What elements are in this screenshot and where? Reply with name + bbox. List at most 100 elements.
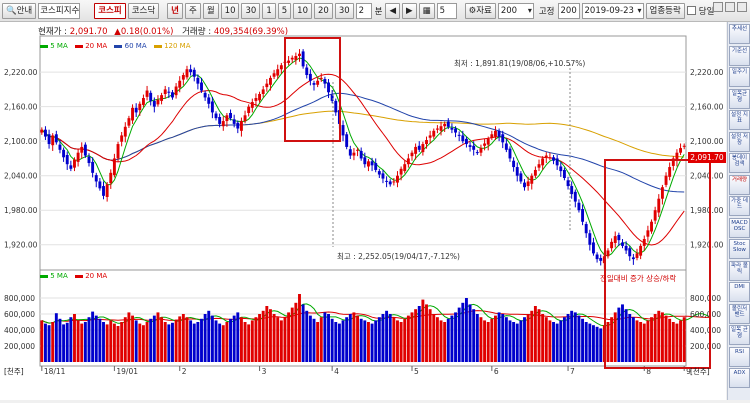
legend-ma5: 5 MA bbox=[40, 42, 68, 50]
data-settings-button[interactable]: ⚙자료 bbox=[464, 2, 496, 19]
vol-legend-ma5: 5 MA bbox=[40, 272, 68, 280]
stock-chart[interactable]: 2,220.00 2,220.00 2,160.00 2,160.00 2,100.00… bbox=[0, 22, 726, 400]
candle-body bbox=[51, 135, 55, 146]
period-week-button[interactable]: 주 bbox=[185, 2, 201, 19]
sidebar-item-15[interactable]: RSI bbox=[729, 346, 750, 367]
volume-bar bbox=[207, 310, 211, 362]
sidebar-item-12[interactable]: DMI bbox=[729, 282, 750, 302]
candle-body bbox=[171, 92, 174, 98]
min-1-button[interactable]: 1 bbox=[262, 2, 276, 19]
volume-bar bbox=[163, 322, 167, 362]
candle-body bbox=[192, 69, 196, 77]
sidebar-item-3[interactable]: 일목균형 bbox=[729, 88, 750, 109]
sidebar-item-0[interactable]: 추세선 bbox=[729, 24, 750, 44]
volume-bar bbox=[628, 314, 632, 362]
min-30-button[interactable]: 30 bbox=[241, 2, 261, 19]
candle-body bbox=[174, 86, 178, 96]
volume-bar bbox=[87, 317, 91, 362]
volume-bar bbox=[374, 320, 378, 362]
volume-axis-label-right: 800,000 bbox=[690, 294, 721, 303]
kospi-button[interactable]: 코스피 bbox=[94, 2, 126, 19]
candle-body bbox=[149, 92, 153, 101]
x-axis-label: 5 bbox=[414, 367, 419, 376]
min-20-button[interactable]: 20 bbox=[313, 2, 333, 19]
min-10-button[interactable]: 10 bbox=[220, 2, 240, 19]
volume-bar bbox=[512, 322, 516, 362]
candle-body bbox=[403, 164, 407, 172]
volume-bar bbox=[490, 318, 494, 362]
volume-bar bbox=[91, 311, 95, 362]
candle-body bbox=[410, 152, 414, 157]
candle-body bbox=[327, 82, 330, 93]
close-icon[interactable] bbox=[737, 2, 747, 12]
candle-body bbox=[432, 130, 436, 137]
maximize-icon[interactable] bbox=[725, 2, 735, 12]
min-10b-button[interactable]: 10 bbox=[293, 2, 312, 19]
volume-bar bbox=[417, 306, 421, 362]
grid-icon[interactable]: ▦ bbox=[418, 2, 435, 19]
volume-bar bbox=[123, 317, 127, 362]
volume-bar bbox=[443, 322, 447, 362]
data-count-select[interactable]: 200 bbox=[497, 2, 534, 19]
volume-bar bbox=[250, 320, 254, 362]
volume-axis-label-right: 600,000 bbox=[690, 310, 721, 319]
legend-ma60: 60 MA bbox=[114, 42, 147, 50]
sector-button[interactable]: 업종등락 bbox=[645, 2, 685, 19]
volume-bar bbox=[47, 325, 51, 362]
candle-body bbox=[138, 103, 142, 111]
candle-body bbox=[530, 175, 534, 184]
volume-bar bbox=[399, 322, 403, 362]
period-year-button[interactable]: 년 bbox=[167, 2, 183, 19]
daily-checkbox[interactable] bbox=[686, 6, 696, 15]
sidebar-item-2[interactable]: 일주기 bbox=[729, 67, 750, 87]
sidebar-item-14[interactable]: 일목 균형 bbox=[729, 325, 750, 345]
sidebar-item-6[interactable]: 봉데이 검색 bbox=[729, 153, 750, 173]
date-select[interactable]: 2019-09-23 bbox=[581, 2, 644, 19]
minimize-icon[interactable] bbox=[713, 2, 723, 12]
legend-ma120-swatch bbox=[153, 44, 162, 48]
sidebar-item-10[interactable]: Stoc Slow bbox=[729, 239, 750, 259]
candle-body bbox=[312, 83, 316, 85]
guide-button[interactable]: 🔍안내 bbox=[2, 2, 37, 19]
candle-body bbox=[91, 161, 95, 173]
period-month-button[interactable]: 월 bbox=[202, 2, 219, 19]
candle-body bbox=[414, 146, 418, 154]
sidebar-item-9[interactable]: MACD OSC bbox=[729, 217, 750, 238]
volume-bar bbox=[352, 312, 356, 362]
fixed-input[interactable]: 200 bbox=[557, 2, 580, 19]
volume-bar bbox=[308, 315, 312, 362]
candle-body bbox=[363, 157, 367, 165]
nav-count-input[interactable]: 5 bbox=[436, 2, 457, 19]
legend-ma20: 20 MA bbox=[74, 42, 107, 50]
min-5-button[interactable]: 5 bbox=[277, 2, 292, 19]
candle-body bbox=[120, 135, 124, 142]
min-30b-button[interactable]: 30 bbox=[334, 2, 354, 19]
sidebar-item-7[interactable]: 거래량 bbox=[729, 174, 750, 195]
candle-body bbox=[261, 89, 265, 94]
sidebar-item-13[interactable]: 볼린저 밴드 bbox=[729, 303, 750, 324]
volume-bar bbox=[127, 312, 131, 362]
volume-bar bbox=[606, 322, 610, 362]
volume-bar bbox=[54, 313, 58, 362]
volume-bar bbox=[214, 320, 218, 362]
sidebar-item-11[interactable]: 파라 볼릭 bbox=[729, 260, 750, 281]
chart-area[interactable]: 2,220.00 2,220.00 2,160.00 2,160.00 2,100.00… bbox=[0, 22, 726, 400]
candle-body bbox=[181, 75, 185, 80]
minute-input[interactable]: 2 bbox=[355, 2, 372, 19]
prev-icon[interactable]: ◀ bbox=[385, 2, 401, 19]
candle-body bbox=[272, 73, 276, 77]
x-axis-label: 19/01 bbox=[116, 367, 138, 376]
candle-body bbox=[112, 158, 116, 176]
candle-body bbox=[276, 69, 280, 76]
sidebar-item-1[interactable]: 기준선 bbox=[729, 45, 750, 66]
candle-body bbox=[40, 129, 44, 133]
sidebar-item-8[interactable]: 가중 데드 bbox=[729, 196, 750, 216]
candle-body bbox=[628, 248, 632, 257]
next-icon[interactable]: ▶ bbox=[402, 2, 417, 19]
kosdaq-button[interactable]: 코스닥 bbox=[127, 2, 160, 19]
sidebar-item-5[interactable]: 설정 저장 bbox=[729, 131, 750, 152]
sidebar-item-16[interactable]: ADX bbox=[729, 368, 750, 388]
sidebar-item-4[interactable]: 설정 지표 bbox=[729, 110, 750, 130]
candle-body bbox=[305, 67, 309, 76]
candle-body bbox=[203, 92, 207, 98]
